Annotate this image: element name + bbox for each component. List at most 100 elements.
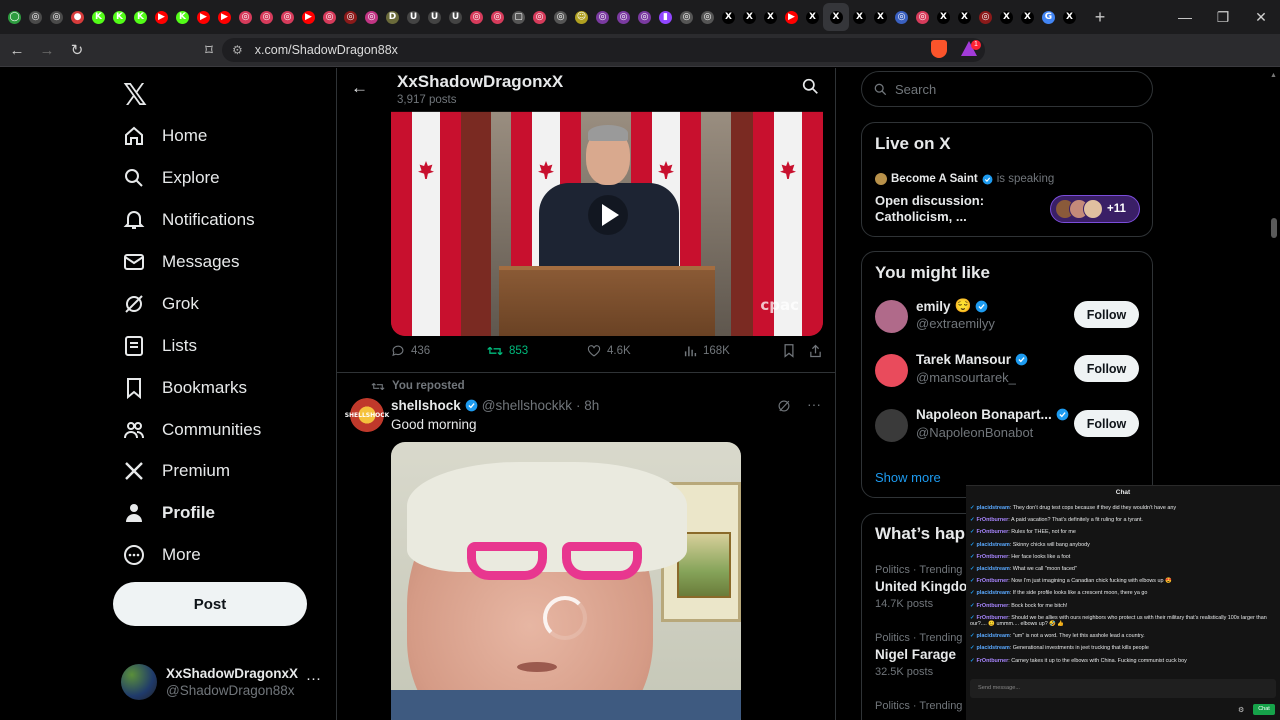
site-settings-icon[interactable]: ⚙ (232, 43, 243, 57)
new-tab-button[interactable]: + (1086, 3, 1114, 31)
browser-tab[interactable]: ◎ (676, 3, 697, 31)
suggested-account[interactable]: Tarek Mansour @mansourtarek_ Follow (875, 352, 1145, 392)
browser-tab[interactable]: X (1059, 3, 1080, 31)
browser-tab[interactable]: X (849, 3, 870, 31)
browser-tab[interactable]: ◎ (25, 3, 46, 31)
browser-tab[interactable]: ◎ (277, 3, 298, 31)
bookmark-button[interactable] (783, 344, 795, 358)
play-icon[interactable] (588, 195, 628, 235)
account-switcher[interactable]: XxShadowDragonxX @ShadowDragon88x ··· (121, 660, 331, 704)
nav-item-bookmarks[interactable]: Bookmarks (113, 368, 247, 408)
browser-tab[interactable]: K (109, 3, 130, 31)
suggested-account[interactable]: Napoleon Bonapart... @NapoleonBonabot Foll… (875, 407, 1145, 447)
chat-send-button[interactable]: Chat (1253, 704, 1275, 715)
grok-icon[interactable] (777, 399, 791, 418)
repost-button[interactable]: 853 (487, 344, 528, 358)
scrollbar-thumb[interactable] (1271, 218, 1277, 238)
brave-shields-icon[interactable] (931, 40, 947, 58)
browser-tab[interactable]: ◎ (550, 3, 571, 31)
browser-tab[interactable]: ◎ (487, 3, 508, 31)
browser-tab[interactable]: ◎ (466, 3, 487, 31)
minimize-button[interactable]: — (1166, 0, 1204, 34)
forward-button[interactable]: → (34, 37, 60, 63)
browser-tab[interactable]: ▶ (214, 3, 235, 31)
back-arrow-icon[interactable]: ← (351, 78, 368, 98)
browser-tab[interactable]: ◎ (891, 3, 912, 31)
nav-item-messages[interactable]: Messages (113, 242, 239, 282)
browser-tab[interactable]: X (1017, 3, 1038, 31)
browser-tab[interactable]: X (870, 3, 891, 31)
post-button[interactable]: Post (113, 582, 307, 626)
browser-tab[interactable]: X (933, 3, 954, 31)
share-button[interactable] (809, 344, 822, 358)
browser-tab[interactable]: K (88, 3, 109, 31)
browser-tab[interactable]: ▢ (508, 3, 529, 31)
nav-item-communities[interactable]: Communities (113, 410, 261, 450)
browser-tab[interactable]: ◎ (46, 3, 67, 31)
browser-tab[interactable]: ◎ (256, 3, 277, 31)
browser-tab[interactable]: X (996, 3, 1017, 31)
browser-tab[interactable]: ◎ (975, 3, 996, 31)
browser-tab[interactable]: ◎ (912, 3, 933, 31)
bookmark-page-icon[interactable]: ⌑ (196, 37, 222, 63)
follow-button[interactable]: Follow (1074, 301, 1139, 328)
browser-tab[interactable]: U (424, 3, 445, 31)
live-host[interactable]: Become A Saint is speaking (875, 173, 1054, 185)
listeners-pill[interactable]: +11 (1050, 195, 1140, 223)
nav-item-notifications[interactable]: Notifications (113, 200, 255, 240)
suggested-account[interactable]: emily 😌 @extraemilyy Follow (875, 298, 1145, 338)
browser-tab[interactable]: ▶ (151, 3, 172, 31)
browser-tab[interactable]: X (802, 3, 823, 31)
tweet-video[interactable] (391, 442, 741, 720)
address-bar[interactable]: ⚙ x.com/ShadowDragon88x (222, 38, 985, 62)
browser-tab[interactable]: U (403, 3, 424, 31)
search-icon[interactable] (802, 78, 819, 100)
nav-item-explore[interactable]: Explore (113, 158, 220, 198)
gear-icon[interactable]: ⚙ (1238, 706, 1244, 714)
browser-tab[interactable]: X (760, 3, 781, 31)
nav-item-home[interactable]: Home (113, 116, 207, 156)
live-topic[interactable]: Open discussion: Catholicism, ... (875, 193, 1025, 225)
browser-tab[interactable]: ◎ (235, 3, 256, 31)
nav-item-premium[interactable]: Premium (113, 451, 230, 491)
like-button[interactable]: 4.6K (587, 344, 631, 358)
browser-tab[interactable]: K (130, 3, 151, 31)
browser-tab[interactable]: ◎ (592, 3, 613, 31)
reply-button[interactable]: 436 (391, 344, 430, 358)
browser-tab[interactable]: X (823, 3, 849, 31)
browser-tab[interactable]: U (445, 3, 466, 31)
author-name[interactable]: shellshock (391, 398, 461, 413)
browser-tab[interactable]: ◎ (529, 3, 550, 31)
browser-tab[interactable]: X (718, 3, 739, 31)
browser-tab[interactable]: ▮ (655, 3, 676, 31)
browser-tab[interactable]: ▶ (193, 3, 214, 31)
maximize-button[interactable]: ❐ (1204, 0, 1242, 34)
follow-button[interactable]: Follow (1074, 355, 1139, 382)
views-button[interactable]: 168K (684, 344, 730, 357)
browser-tab[interactable]: G (1038, 3, 1059, 31)
browser-tab[interactable]: ☺ (571, 3, 592, 31)
chat-input[interactable]: Send message... (970, 679, 1276, 698)
show-more-link[interactable]: Show more (875, 470, 941, 485)
nav-item-more[interactable]: More (113, 535, 201, 575)
browser-tab[interactable]: ◎ (340, 3, 361, 31)
browser-tab[interactable]: X (954, 3, 975, 31)
browser-tab[interactable]: D (382, 3, 403, 31)
browser-tab[interactable]: ◎ (361, 3, 382, 31)
author-handle[interactable]: @shellshockkk (482, 398, 572, 413)
browser-tab[interactable]: K (172, 3, 193, 31)
more-icon[interactable]: ··· (807, 396, 821, 412)
reload-button[interactable]: ↻ (64, 37, 90, 63)
tweet-time[interactable]: · 8h (576, 398, 599, 413)
back-button[interactable]: ← (4, 37, 30, 63)
browser-tab[interactable]: ▶ (781, 3, 802, 31)
browser-tab[interactable]: ◎ (319, 3, 340, 31)
browser-tab[interactable]: ◎ (697, 3, 718, 31)
browser-tab[interactable]: X (739, 3, 760, 31)
x-logo-icon[interactable]: 𝕏 (123, 78, 147, 113)
browser-tab[interactable]: ● (67, 3, 88, 31)
search-input[interactable]: Search (861, 71, 1153, 107)
browser-tab[interactable]: ◎ (634, 3, 655, 31)
browser-tab[interactable]: ◯ (4, 3, 25, 31)
more-icon[interactable]: ··· (306, 670, 321, 687)
